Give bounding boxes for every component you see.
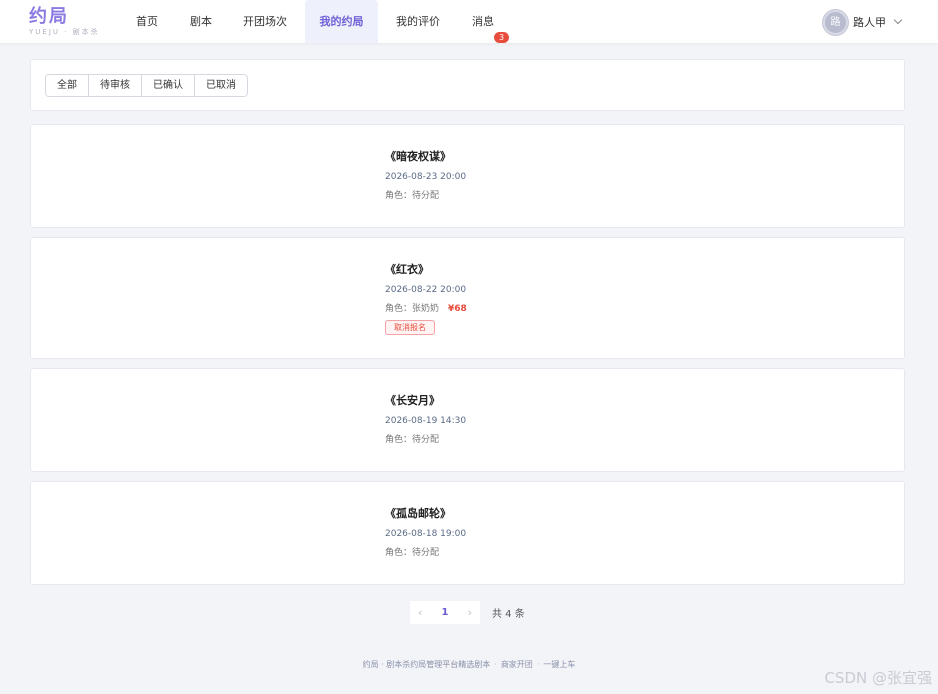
booking-title: 《孤岛邮轮》 bbox=[385, 507, 451, 520]
avatar[interactable]: 路 bbox=[823, 9, 848, 35]
nav-sessions[interactable]: 开团场次 bbox=[234, 0, 296, 43]
chevron-left-icon[interactable]: ‹ bbox=[418, 606, 422, 619]
booking-info: 《孤岛邮轮》 2026-08-18 19:00 角色：待分配 bbox=[385, 507, 466, 559]
chevron-right-icon[interactable]: › bbox=[468, 606, 472, 619]
nav-home[interactable]: 首页 bbox=[126, 0, 168, 43]
booking-info: 《红衣》 2026-08-22 20:00 角色：张奶奶 ¥68 取消报名 bbox=[385, 263, 467, 335]
booking-role: 角色：待分配 bbox=[385, 191, 440, 201]
booking-title: 《长安月》 bbox=[385, 394, 440, 407]
booking-card[interactable]: 《暗夜权谋》 2026-08-23 20:00 角色：待分配 bbox=[30, 124, 905, 228]
filter-confirmed-button[interactable]: 已确认 bbox=[142, 75, 195, 96]
watermark: CSDN @张宜强 bbox=[824, 669, 932, 687]
filter-cancelled-button[interactable]: 已取消 bbox=[195, 75, 247, 96]
nav-my-bookings[interactable]: 我的约局 bbox=[305, 0, 378, 43]
booking-card[interactable]: 《孤岛邮轮》 2026-08-18 19:00 角色：待分配 bbox=[30, 481, 905, 585]
logo-subtitle: YUEJU · 剧本杀 bbox=[29, 28, 100, 36]
footer-text: 约局 · 剧本杀约局管理平台精选剧本 bbox=[362, 660, 491, 669]
user-menu[interactable]: 路 路人甲 bbox=[823, 9, 903, 35]
footer-link-join[interactable]: 一键上车 bbox=[543, 660, 575, 669]
booking-time: 2026-08-22 20:00 bbox=[385, 285, 467, 295]
top-navbar: 约局 YUEJU · 剧本杀 首页 剧本 开团场次 我的约局 我的评价 消息 3… bbox=[0, 0, 938, 43]
booking-role: 角色：张奶奶 bbox=[385, 304, 440, 314]
booking-role-line: 角色：张奶奶 ¥68 bbox=[385, 303, 467, 315]
booking-role: 角色：待分配 bbox=[385, 435, 440, 445]
page-number-current[interactable]: 1 bbox=[442, 607, 449, 618]
pagination-total: 共 4 条 bbox=[492, 609, 525, 620]
booking-title: 《红衣》 bbox=[385, 263, 429, 276]
booking-title: 《暗夜权谋》 bbox=[385, 150, 451, 163]
booking-price: ¥68 bbox=[448, 304, 467, 314]
booking-card[interactable]: 《长安月》 2026-08-19 14:30 角色：待分配 bbox=[30, 368, 905, 472]
booking-time: 2026-08-23 20:00 bbox=[385, 172, 467, 182]
nav-scripts[interactable]: 剧本 bbox=[180, 0, 222, 43]
booking-role: 角色：待分配 bbox=[385, 548, 440, 558]
pagination-controls: ‹ 1 › bbox=[410, 601, 480, 624]
chevron-down-icon[interactable] bbox=[893, 15, 903, 25]
footer: 约局 · 剧本杀约局管理平台精选剧本 · 商家开团 · 一键上车 bbox=[362, 660, 576, 669]
user-name: 路人甲 bbox=[853, 16, 886, 29]
booking-time: 2026-08-19 14:30 bbox=[385, 416, 467, 426]
message-count-badge: 3 bbox=[494, 32, 509, 43]
filter-all-button[interactable]: 全部 bbox=[46, 75, 89, 96]
booking-card[interactable]: 《红衣》 2026-08-22 20:00 角色：张奶奶 ¥68 取消报名 bbox=[30, 237, 905, 359]
footer-link-merchant[interactable]: 商家开团 bbox=[501, 660, 533, 669]
booking-time: 2026-08-18 19:00 bbox=[385, 529, 467, 539]
nav-my-reviews[interactable]: 我的评价 bbox=[387, 0, 449, 43]
booking-info: 《暗夜权谋》 2026-08-23 20:00 角色：待分配 bbox=[385, 150, 466, 202]
logo[interactable]: 约局 YUEJU · 剧本杀 bbox=[29, 6, 100, 37]
booking-info: 《长安月》 2026-08-19 14:30 角色：待分配 bbox=[385, 394, 466, 446]
filter-panel: 全部 待审核 已确认 已取消 bbox=[30, 59, 905, 111]
cancel-booking-button[interactable]: 取消报名 bbox=[385, 320, 435, 335]
filter-pending-button[interactable]: 待审核 bbox=[89, 75, 142, 96]
status-filter-group: 全部 待审核 已确认 已取消 bbox=[45, 74, 248, 97]
logo-text: 约局 bbox=[29, 6, 69, 27]
pagination: ‹ 1 › 共 4 条 bbox=[410, 601, 525, 624]
